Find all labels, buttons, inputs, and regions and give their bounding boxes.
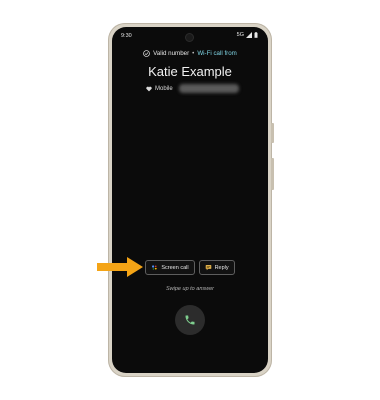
answer-call-button[interactable] [175, 305, 205, 335]
blurred-phone-number [178, 84, 239, 93]
heart-icon [146, 86, 152, 91]
status-indicators: 5G [237, 32, 258, 38]
verification-text: Valid number [153, 50, 190, 57]
swipe-hint: Swipe up to answer [166, 286, 214, 292]
check-circle-icon [143, 50, 150, 57]
volume-button [271, 158, 274, 190]
caller-line-info: Mobile [146, 84, 239, 93]
reply-button[interactable]: Reply [198, 260, 235, 275]
caller-name: Katie Example [148, 64, 232, 79]
screen-call-label: Screen call [161, 264, 189, 271]
reply-label: Reply [214, 264, 229, 271]
power-button [271, 123, 274, 143]
network-type: 5G [236, 32, 244, 38]
message-icon [205, 265, 211, 271]
battery-icon [254, 32, 258, 38]
phone-screen: 9:30 5G Valid number • Wi-Fi call from K… [112, 27, 268, 373]
separator-dot: • [192, 50, 195, 57]
phone-icon [185, 315, 195, 325]
signal-icon [246, 32, 252, 38]
caller-verification: Valid number • Wi-Fi call from [112, 50, 268, 57]
line-type: Mobile [155, 85, 173, 92]
screen-call-button[interactable]: Screen call [145, 260, 195, 275]
wifi-call-label: Wi-Fi call from [197, 50, 237, 57]
status-time: 9:30 [121, 33, 132, 39]
status-bar: 9:30 5G [112, 27, 268, 45]
pointer-arrow-icon [97, 257, 143, 277]
assistant-icon [152, 265, 158, 270]
